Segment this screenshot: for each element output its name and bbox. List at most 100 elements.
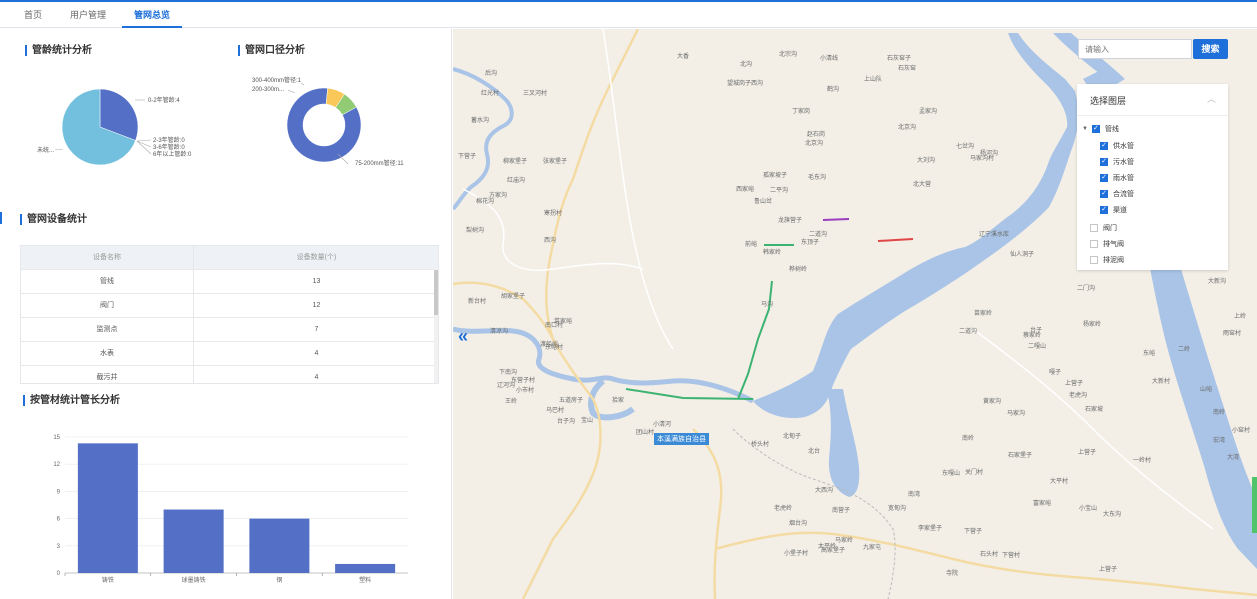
cell-count: 12 [193,292,438,317]
bar-0[interactable] [77,443,138,573]
checkbox-supply[interactable]: ✓ [1100,142,1108,150]
table-row[interactable]: 截污井 4 [21,364,438,383]
tab-network-overview[interactable]: 管网总览 [120,8,184,28]
layer-item-sewage[interactable]: ✓ 污水管 [1100,156,1134,168]
header-device-name[interactable]: 设备名称 [21,246,194,269]
layer-item-rain[interactable]: ✓ 雨水管 [1100,172,1134,184]
map-place-label: 拾家 [612,398,625,404]
reservoir-water [753,33,1079,419]
map-place-label: 二道沟 [809,232,828,238]
map-place-label: 上岭 [1234,314,1247,320]
layer-group-pipelines[interactable]: ▼ ✓ 管线 [1082,123,1119,135]
diam-label-line-a [300,82,305,86]
cell-name: 截污井 [21,364,194,383]
map-place-label: 毛东沟 [808,175,827,181]
age-label-line-c [136,140,152,148]
pipeline-sewage[interactable] [822,218,850,221]
age-label-2-3: 2-3年管龄:0 [153,136,185,144]
map-place-label: 老虎岭 [774,506,793,512]
map-place-label: 大湾 [1227,455,1240,461]
map-place-label: 西家峪 [736,187,755,193]
map-search-input[interactable] [1078,39,1192,59]
map-place-label: 仙人洞子 [1010,252,1035,258]
map-view[interactable]: 大香 小清线 北宗沟 石灰窑子 红光村 望城岗子西沟 上山队 鹤沟 后沟 三叉河村 北沟 石灰窑 蓄水沟… [453,29,1257,599]
table-row[interactable]: 管线 13 [21,268,438,293]
checkbox-rain[interactable]: ✓ [1100,174,1108,182]
age-chart-title: 管龄统计分析 [25,45,92,56]
pipeline-rain[interactable] [877,238,914,242]
map-place-label: 二平沟 [770,188,789,194]
layer-panel: 选择图层 ︿ ▼ ✓ 管线 ✓ 供水管 ✓ 污水管 ✓ 雨水管 ✓ 合流管 ✓ 渠道 阀门… [1077,84,1228,270]
caret-down-icon[interactable]: ▼ [1082,126,1088,132]
map-place-label: 红庙沟 [507,178,526,184]
layer-item-air-valve[interactable]: 排气阀 [1090,238,1124,250]
map-place-label: 高家堡子 [821,548,846,554]
checkbox-valve[interactable] [1090,224,1098,232]
cell-count: 7 [193,316,438,341]
map-place-label: 一岭村 [1133,458,1152,464]
table-row[interactable]: 水表 4 [21,340,438,365]
bar-3[interactable] [335,563,396,573]
layer-item-channel[interactable]: ✓ 渠道 [1100,204,1127,216]
map-place-label: 望城岗子西沟 [727,81,764,87]
layer-item-mud-valve[interactable]: 排泥阀 [1090,254,1124,266]
map-place-label: 大东沟 [1103,512,1122,518]
map-place-label: 李家堡子 [918,526,943,532]
map-place-label: 上山队 [864,77,883,83]
map-place-label: 二门沟 [1077,286,1096,292]
cell-name: 水表 [21,340,194,365]
table-scrollbar-thumb[interactable] [434,270,438,315]
map-search-button[interactable]: 搜索 [1193,39,1228,59]
map-place-label: 鲁山岔 [754,199,773,205]
checkbox-sewage[interactable]: ✓ [1100,158,1108,166]
cell-count: 4 [193,364,438,383]
checkbox-mud-valve[interactable] [1090,256,1098,264]
map-place-label: 石灰窑 [898,66,917,72]
tab-home[interactable]: 首页 [10,8,56,27]
map-place-label: 黄家沟 [983,399,1002,405]
header-device-count[interactable]: 设备数量(个) [193,246,438,269]
map-place-label: 前峪 [745,242,758,248]
diam-label-line-b [287,89,296,94]
y-tick-label: 12 [53,462,60,468]
age-label-3-6: 3-6年管龄:0 [153,143,185,151]
checkbox-pipelines[interactable]: ✓ [1091,125,1100,133]
y-tick-label: 9 [57,489,61,495]
map-place-label: 下营子 [458,154,477,160]
map-place-label: 宽甸沟 [888,506,907,512]
tab-user-management[interactable]: 用户管理 [56,8,120,27]
bar-2[interactable] [249,518,310,573]
table-row[interactable]: 阀门 12 [21,292,438,317]
layer-item-supply[interactable]: ✓ 供水管 [1100,140,1134,152]
left-panel: 管龄统计分析 0-2年管龄:4 2-3年管龄:0 3-6年管龄:0 6年以上管龄… [0,29,452,599]
table-row[interactable]: 监测点 7 [21,316,438,341]
map-place-label: 宏湾 [1213,438,1226,444]
layer-item-valve[interactable]: 阀门 [1090,222,1117,234]
age-label-unknown: 未统... [37,146,54,154]
map-place-label: 新台村 [468,299,487,305]
collapse-panel-icon[interactable]: « [458,327,468,345]
bar-1[interactable] [163,509,224,573]
map-place-label: 马沟 [761,302,774,308]
chevron-up-icon[interactable]: ︿ [1207,92,1216,105]
x-tick-label: 钢 [276,576,282,584]
map-place-label: 东峪 [1143,351,1156,357]
x-tick-label: 球墨铸铁 [182,576,206,584]
map-place-label: 石灰窑子 [887,56,912,62]
map-place-label: 棉花沟 [476,199,495,205]
map-place-label: 大刘沟 [917,158,936,164]
map-place-label: 台子沟 [557,419,576,425]
map-place-label: 二岭 [1178,347,1191,353]
material-bar-chart: 0 3 6 9 12 15 铸铁 球墨铸铁 钢 塑料 [53,435,408,584]
map-place-label: 南岭 [1213,410,1226,416]
checkbox-channel[interactable]: ✓ [1100,206,1108,214]
reservoir-arm [826,389,860,497]
map-place-label: 北台 [808,449,821,455]
map-place-label: 下营村 [1002,553,1021,559]
taizi-river [453,326,755,404]
layer-label: 排泥阀 [1103,257,1124,264]
checkbox-combined[interactable]: ✓ [1100,190,1108,198]
map-edge-handle[interactable] [1252,477,1257,533]
layer-item-combined[interactable]: ✓ 合流管 [1100,188,1134,200]
checkbox-air-valve[interactable] [1090,240,1098,248]
